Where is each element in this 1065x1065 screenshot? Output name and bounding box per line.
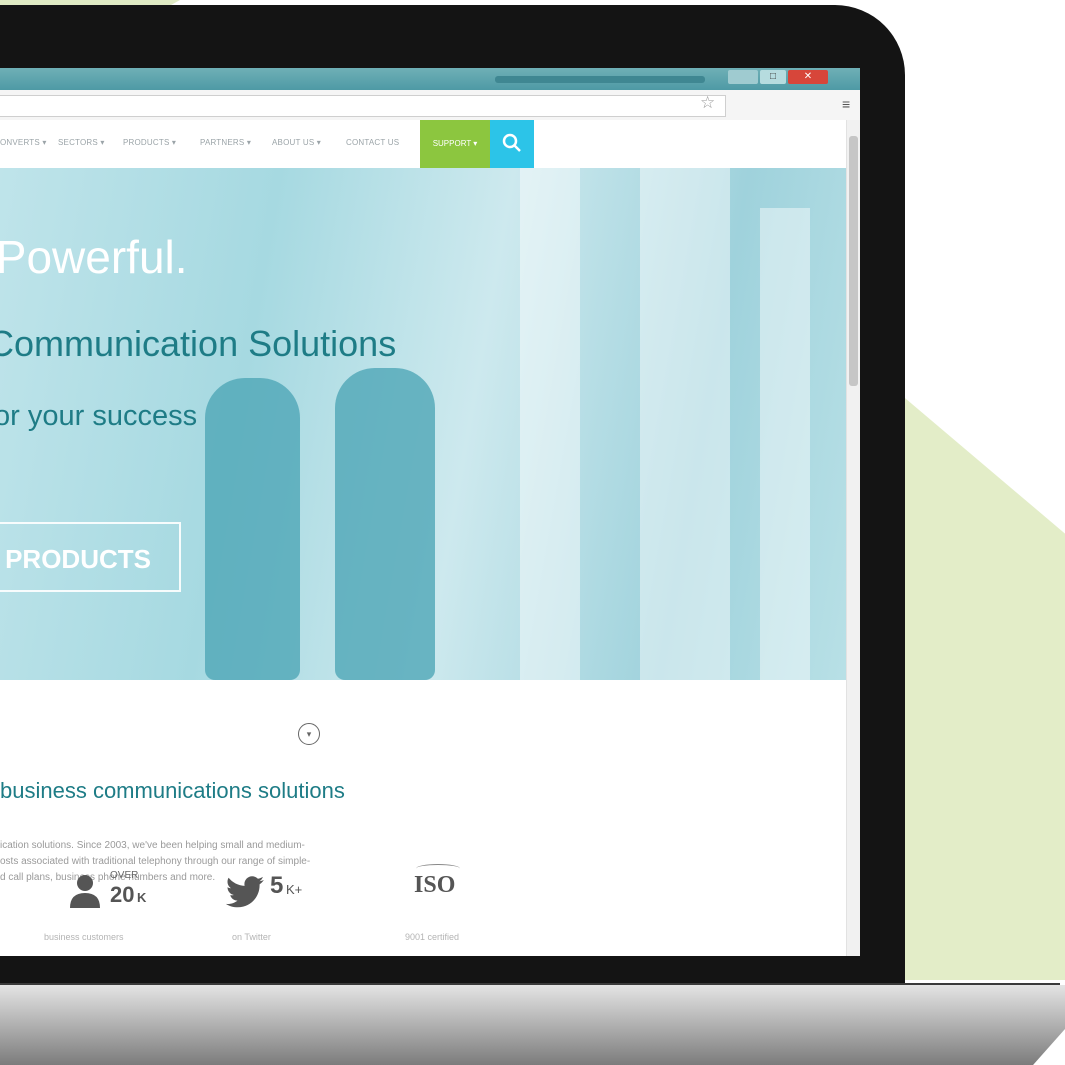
browser-window: □ ✕ ☆ ≡ CONVERTS ▾ SECTORS ▾ PRODUCTS ▾ … (0, 68, 860, 956)
search-button[interactable] (490, 120, 534, 168)
scrollbar-thumb[interactable] (849, 136, 858, 386)
minimize-button[interactable] (728, 70, 758, 84)
nav-item-about-us[interactable]: ABOUT US ▾ (272, 138, 321, 147)
page-scrollbar[interactable] (846, 120, 860, 956)
support-button[interactable]: SUPPORT ▾ (420, 120, 490, 168)
hero-person-silhouette (205, 378, 300, 680)
stat-prefix: OVER (110, 870, 139, 881)
hero-person-silhouette (335, 368, 435, 680)
close-button[interactable]: ✕ (788, 70, 828, 84)
stat-caption: 9001 certified (405, 932, 460, 942)
url-field[interactable] (0, 95, 726, 117)
search-icon (502, 133, 521, 152)
star-icon[interactable]: ☆ (700, 93, 715, 113)
user-icon (70, 875, 100, 908)
twitter-bird-icon (226, 876, 264, 908)
browser-titlebar: □ ✕ (0, 68, 860, 90)
paragraph-line: osts associated with traditional telepho… (0, 856, 311, 867)
nav-item-contact-us[interactable]: CONTACT US (346, 138, 399, 147)
hero-bg-pillar (640, 168, 730, 680)
web-page: CONVERTS ▾ SECTORS ▾ PRODUCTS ▾ PARTNERS… (0, 120, 846, 956)
stat-unit: K+ (286, 882, 303, 897)
stat-caption: on Twitter (232, 932, 271, 942)
site-nav: CONVERTS ▾ SECTORS ▾ PRODUCTS ▾ PARTNERS… (0, 120, 846, 169)
hero-bg-pillar (760, 208, 810, 680)
stat-caption: business customers (44, 932, 124, 942)
stat-value: 20 (110, 882, 135, 907)
laptop-base (0, 985, 1065, 1065)
scroll-down-icon[interactable]: ▾ (298, 723, 320, 745)
nav-item-sectors[interactable]: SECTORS ▾ (58, 138, 105, 147)
profile-area (495, 76, 705, 83)
section-heading: business communications solutions (0, 778, 345, 803)
nav-item-partners[interactable]: PARTNERS ▾ (200, 138, 251, 147)
nav-item-converts[interactable]: CONVERTS ▾ (0, 138, 47, 147)
hero-bg-pillar (520, 168, 580, 680)
maximize-button[interactable]: □ (760, 70, 786, 84)
menu-icon[interactable]: ≡ (842, 96, 850, 112)
hero-tagline: or your success (0, 400, 198, 432)
hero-subtitle: Communication Solutions (0, 323, 397, 364)
nav-item-products[interactable]: PRODUCTS ▾ (123, 138, 176, 147)
paragraph-line: ication solutions. Since 2003, we've bee… (0, 840, 305, 851)
products-button[interactable]: PRODUCTS (0, 522, 181, 592)
address-bar: ☆ ≡ (0, 90, 860, 121)
hero-title: k Powerful. (0, 231, 188, 283)
hero-banner: k Powerful. Communication Solutions or y… (0, 168, 846, 680)
stat-value: ISO (414, 872, 456, 898)
stat-value: 5 (270, 872, 284, 899)
stat-unit: K (137, 890, 147, 905)
